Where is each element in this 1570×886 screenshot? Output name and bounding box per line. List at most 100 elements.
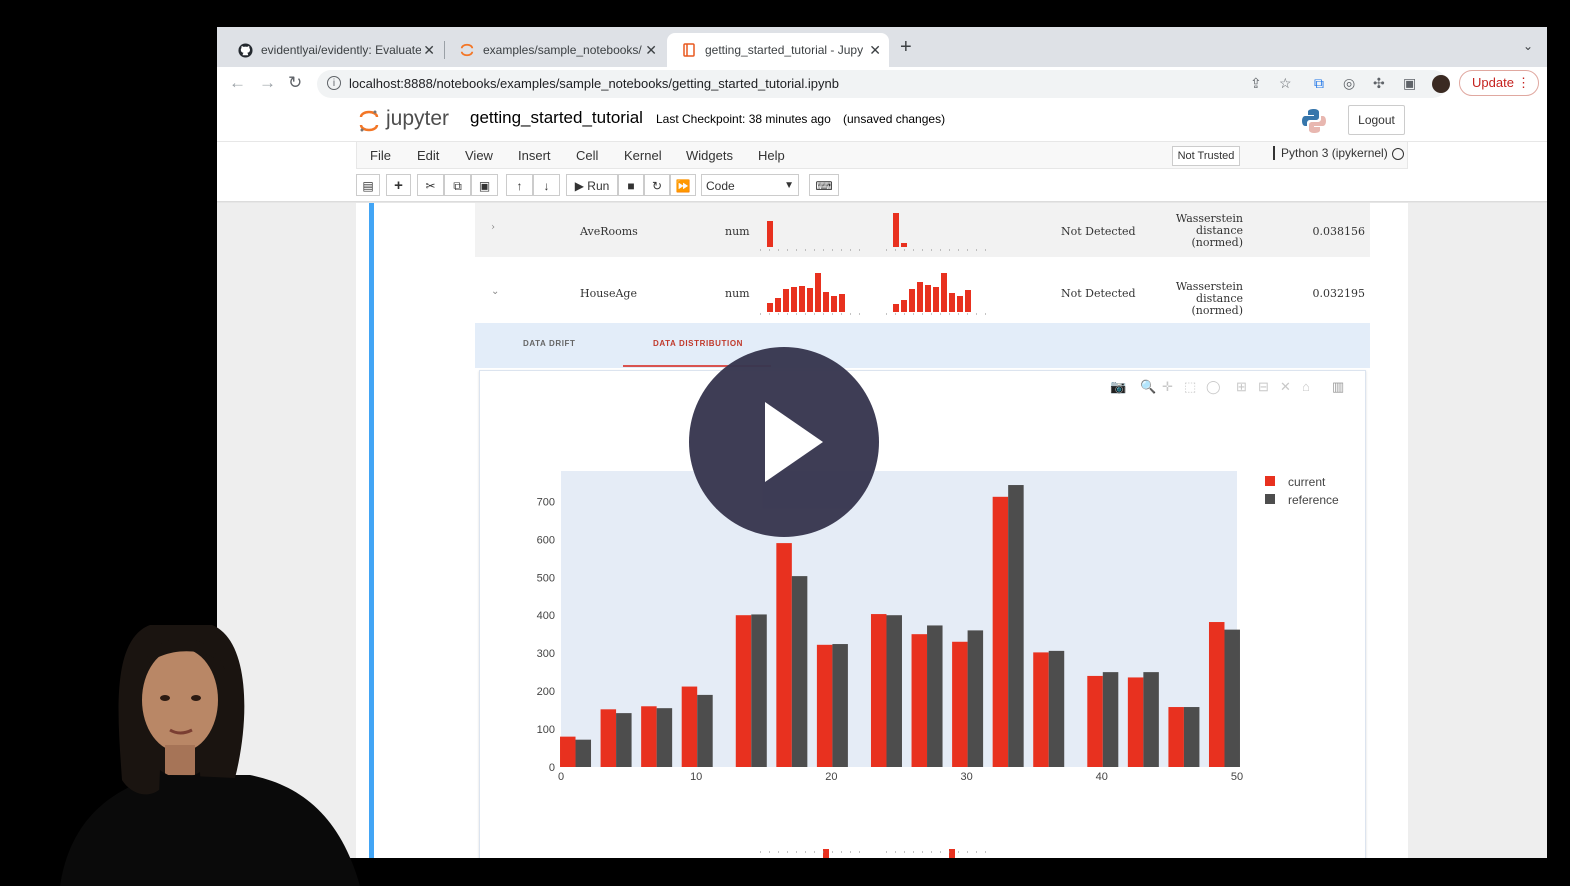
y-tick-label: 600 [537,534,555,546]
tab-data-drift[interactable]: DATA DRIFT [523,339,576,348]
y-tick-label: 0 [549,762,555,774]
paste-icon[interactable]: ▣ [471,174,498,196]
extension-circle-icon[interactable]: ◎ [1343,75,1355,92]
feature-row[interactable]: › AveRooms num Not Detected Wasserstein … [475,203,1370,257]
y-tick-label: 200 [537,686,555,698]
not-trusted-button[interactable]: Not Trusted [1172,146,1240,166]
share-icon[interactable]: ⇪ [1250,75,1262,92]
stop-icon[interactable]: ■ [618,174,644,196]
kebab-menu-icon[interactable]: ⋮ [1517,71,1530,95]
address-bar[interactable]: i localhost:8888/notebooks/examples/samp… [317,70,1447,98]
bar-reference [1048,650,1065,767]
cell-output: › AveRooms num Not Detected Wasserstein … [475,203,1370,858]
chevron-down-icon[interactable]: ⌄ [1523,39,1533,53]
jupyter-icon [459,42,475,58]
add-cell-icon[interactable]: + [386,174,411,196]
bar-reference [751,614,767,767]
copy-icon[interactable]: ⧉ [444,174,471,196]
menu-insert[interactable]: Insert [518,148,551,163]
chevron-right-icon[interactable]: › [491,222,495,233]
feature-name: AveRooms [580,225,638,238]
menu-edit[interactable]: Edit [417,148,439,163]
bar-reference [886,615,902,767]
fast-forward-icon[interactable]: ⏩ [670,174,696,196]
play-icon: ▶ [574,179,584,193]
close-tab-icon[interactable]: ✕ [869,42,881,59]
jupyter-logo[interactable]: jupyter [359,107,459,135]
cut-icon[interactable]: ✂ [417,174,444,196]
save-icon[interactable]: ▤ [356,174,380,196]
jupyter-header: jupyter getting_started_tutorial Last Ch… [217,103,1547,142]
reload-icon[interactable]: ↻ [288,73,302,93]
menu-file[interactable]: File [370,148,391,163]
python-logo-icon [1302,109,1326,133]
forward-icon[interactable]: → [259,73,276,93]
current-sparkline [760,273,863,315]
x-tick-label: 0 [558,771,564,783]
bar-reference [1008,485,1024,767]
update-button[interactable]: Update ⋮ [1459,70,1539,96]
distribution-chart: 0 100 200 300 400 500 600 700 0 10 20 30 40 50 current… [537,471,1339,783]
tab-title: getting_started_tutorial - Jupy [705,43,864,57]
menu-widgets[interactable]: Widgets [686,148,733,163]
tab-data-distribution[interactable]: DATA DISTRIBUTION [653,339,743,348]
bar-current [641,706,657,767]
move-up-icon[interactable]: ↑ [506,174,533,196]
browser-tab-examples[interactable]: examples/sample_notebooks/ ✕ [445,33,665,67]
chevron-down-icon: ▼ [784,180,794,191]
menu-help[interactable]: Help [758,148,785,163]
menu-cell[interactable]: Cell [576,148,598,163]
bar-current [1208,622,1225,767]
menu-view[interactable]: View [465,148,493,163]
puzzle-icon[interactable]: ✣ [1373,75,1385,92]
chevron-down-icon[interactable]: ⌄ [491,286,499,297]
close-tab-icon[interactable]: ✕ [423,42,435,59]
bar-reference [656,708,673,767]
bar-current [1087,675,1103,767]
restart-icon[interactable]: ↻ [644,174,670,196]
browser-tab-notebook[interactable]: getting_started_tutorial - Jupy ✕ [667,33,889,67]
info-icon[interactable]: i [327,76,341,90]
feature-row-partial [475,849,1370,858]
feature-type: num [725,287,750,300]
stat-test-name: Wasserstein distance [1175,212,1243,237]
jupyter-logo-text: jupyter [386,107,450,130]
close-tab-icon[interactable]: ✕ [645,42,657,59]
current-sparkline [760,849,863,858]
browser-tab-github[interactable]: evidentlyai/evidently: Evaluate ✕ [223,33,443,67]
run-button[interactable]: ▶ Run [566,174,618,196]
y-tick-label: 400 [537,610,555,622]
back-icon[interactable]: ← [229,73,246,93]
feature-row[interactable]: ⌄ HouseAge num Not Detected Wasserstein … [475,265,1370,321]
cell-type-select[interactable]: Code ▼ [701,174,799,196]
new-tab-icon[interactable]: + [900,36,912,59]
current-sparkline [760,221,863,251]
notebook-icon [681,42,697,58]
video-play-button[interactable] [689,347,879,537]
x-tick-label: 30 [960,771,972,783]
bar-reference [967,630,984,767]
menu-kernel[interactable]: Kernel [624,148,662,163]
profile-avatar[interactable] [1432,75,1450,93]
tab-title: examples/sample_notebooks/ [483,43,642,57]
sidepanel-icon[interactable]: ▣ [1403,75,1416,92]
bar-current [816,644,833,767]
move-down-icon[interactable]: ↓ [533,174,560,196]
bar-reference [1143,672,1159,767]
translate-icon[interactable]: ⧉ [1314,75,1324,92]
tab-title: evidentlyai/evidently: Evaluate [261,43,421,57]
star-icon[interactable]: ☆ [1279,75,1292,92]
bar-reference [575,739,592,767]
output-tabs: DATA DRIFT DATA DISTRIBUTION [475,323,1370,368]
bar-current [992,496,1009,767]
bar-current [870,614,887,767]
keyboard-icon[interactable]: ⌨ [809,174,839,196]
bar-current [600,709,617,767]
notebook-area: › AveRooms num Not Detected Wasserstein … [217,203,1547,858]
drift-score: 0.032195 [1312,287,1366,300]
legend-label-reference: reference [1288,493,1339,507]
bar-reference [791,576,808,767]
notebook-name[interactable]: getting_started_tutorial [470,108,643,128]
logout-button[interactable]: Logout [1348,105,1405,135]
y-tick-label: 700 [537,496,555,508]
